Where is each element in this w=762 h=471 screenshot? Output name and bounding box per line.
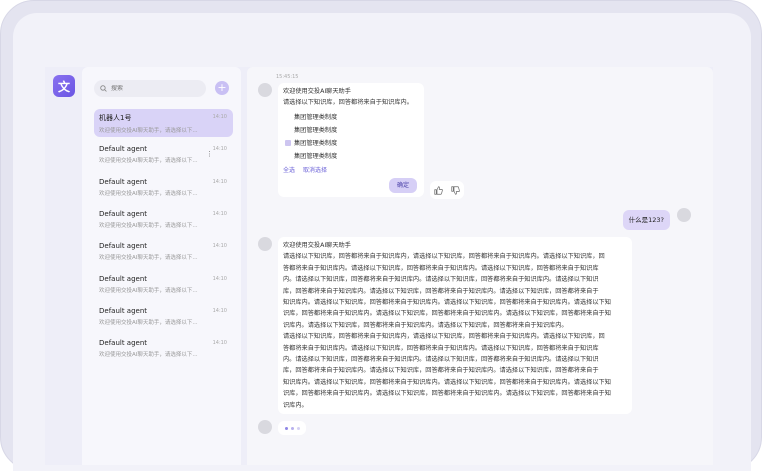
answer-line: 请选择以下知识库，回答都将来自于知识库内，请选择以下知识库，回答都将来自于知识库… <box>283 333 605 341</box>
chat-panel: 15:45:15 欢迎使用交投AI聊天助手 请选择以下知识库，回答都将来自于知识… <box>247 67 713 465</box>
answer-line: 库，回答都将来自于知识库内。请选择以下知识库，回答都将来自于知识库内。请选择以下… <box>283 287 599 295</box>
knowledge-base-option[interactable]: 集团管理类制度 <box>283 124 419 137</box>
conversation-preview: 欢迎使用交投AI聊天助手，请选择以下... <box>99 352 198 359</box>
user-avatar <box>677 208 691 222</box>
answer-body: 请选择以下知识库，回答都将来自于知识库内，请选择以下知识库，回答都将来自于知识库… <box>283 251 627 411</box>
app-logo[interactable]: 文 <box>53 75 75 97</box>
conversation-preview: 欢迎使用交投AI聊天助手，请选择以下... <box>99 319 198 326</box>
confirm-button[interactable]: 确定 <box>389 178 417 193</box>
assistant-avatar <box>258 237 272 251</box>
conversation-preview: 欢迎使用交投AI聊天助手，请选择以下... <box>99 287 198 294</box>
answer-title: 欢迎使用交投AI聊天助手 <box>283 242 351 249</box>
assistant-avatar <box>258 420 272 434</box>
conversation-time: 14:10 <box>212 340 227 347</box>
typing-dot <box>284 426 288 430</box>
conversation-item[interactable]: Default agent 欢迎使用交投AI聊天助手，请选择以下... 14:10 <box>94 238 233 266</box>
conversation-time: 14:10 <box>212 275 227 282</box>
option-label: 集团管理类制度 <box>294 152 338 160</box>
conversation-name: 机器人1号 <box>99 114 132 122</box>
answer-line: 知识库内。请选择以下知识库，回答都将来自于知识库内。请选择以下知识库，回答都将来… <box>283 299 611 307</box>
conversation-name: Default agent <box>99 339 148 348</box>
conversation-preview: 欢迎使用交投AI聊天助手，请选择以下... <box>99 190 198 197</box>
answer-line: 答都将来自于知识库内。请选择以下知识库，回答都将来自于知识库内。请选择以下知识库… <box>283 264 599 272</box>
answer-line: 识库内。 <box>283 401 308 409</box>
conversation-time: 14:10 <box>212 307 227 314</box>
cancel-select-link[interactable]: 取消选择 <box>303 167 327 174</box>
knowledge-base-option[interactable]: 集团管理类制度 <box>283 137 419 150</box>
feedback-bar <box>430 181 464 199</box>
answer-line: 识库，回答都将来自于知识库内。请选择以下知识库，回答都将来自于知识库内。请选择以… <box>283 390 611 398</box>
search-box[interactable] <box>94 80 206 97</box>
thumbs-up-icon[interactable] <box>434 185 443 195</box>
conversation-time: 14:10 <box>212 243 227 250</box>
conversation-name: Default agent <box>99 242 148 251</box>
answer-line: 识库内。请选择以下知识库，回答都将来自于知识库内。请选择以下知识库，回答都将来自… <box>283 321 568 329</box>
message-timestamp: 15:45:15 <box>276 74 299 80</box>
conversation-item[interactable]: Default agent 欢迎使用交投AI聊天助手，请选择以下... 14:10 <box>94 174 233 202</box>
conversation-preview: 欢迎使用交投AI聊天助手，请选择以下... <box>99 222 198 229</box>
answer-line: 答都将来自于知识库内。请选择以下知识库，回答都将来自于知识库内。请选择以下知识库… <box>283 344 599 352</box>
select-all-link[interactable]: 全选 <box>283 167 295 174</box>
thumbs-down-icon[interactable] <box>451 185 460 195</box>
checkbox[interactable] <box>285 114 291 120</box>
assistant-avatar <box>258 83 272 97</box>
search-input[interactable] <box>111 85 201 92</box>
knowledge-base-option[interactable]: 集团管理类制度 <box>283 150 419 163</box>
conversation-sidebar: + 机器人1号欢迎使用交投AI聊天助手，请选择以下...14:10Default… <box>82 67 241 465</box>
conversation-name: Default agent <box>99 209 148 218</box>
typing-indicator <box>278 421 306 435</box>
conversation-name: Default agent <box>99 274 148 283</box>
app-window: 文 + 机器人1号欢迎使用交投AI聊天助手，请选择以下...14:10Defau… <box>45 67 713 465</box>
conversation-time: 14:10 <box>212 146 227 153</box>
option-label: 集团管理类制度 <box>294 139 338 147</box>
typing-dot <box>290 426 294 430</box>
checkbox[interactable] <box>285 127 291 133</box>
search-icon <box>100 85 107 92</box>
user-message: 什么是123? <box>622 210 670 230</box>
answer-line: 内。请选择以下知识库，回答都将来自于知识库内。请选择以下知识库，回答都将来自于知… <box>283 276 599 284</box>
add-conversation-button[interactable]: + <box>215 81 229 95</box>
conversation-time: 14:10 <box>212 114 227 120</box>
conversation-preview: 欢迎使用交投AI聊天助手，请选择以下... <box>99 128 198 134</box>
conversation-item[interactable]: Default agent 欢迎使用交投AI聊天助手，请选择以下... 14:10 <box>94 271 233 299</box>
conversation-preview: 欢迎使用交投AI聊天助手，请选择以下... <box>99 255 198 262</box>
nav-rail: 文 <box>45 67 82 465</box>
answer-bubble: 欢迎使用交投AI聊天助手 请选择以下知识库，回答都将来自于知识库内，请选择以下知… <box>278 237 632 415</box>
more-options-icon[interactable]: ⋮ <box>206 150 213 158</box>
knowledge-base-option[interactable]: 集团管理类制度 <box>283 111 419 124</box>
welcome-subtitle: 请选择以下知识库，回答都将来自于知识库内。 <box>283 99 413 107</box>
conversation-time: 14:10 <box>212 210 227 217</box>
answer-line: 内。请选择以下知识库，回答都将来自于知识库内。请选择以下知识库，回答都将来自于知… <box>283 356 599 364</box>
conversation-item[interactable]: Default agent 欢迎使用交投AI聊天助手，请选择以下... 14:10 <box>94 303 233 331</box>
option-label: 集团管理类制度 <box>294 126 338 134</box>
conversation-item[interactable]: Default agent 欢迎使用交投AI聊天助手，请选择以下... 14:10 <box>94 206 233 234</box>
knowledge-base-options: 集团管理类制度 集团管理类制度 集团管理类制度 集团管理类制度 <box>283 111 419 163</box>
conversation-item[interactable]: Default agent 欢迎使用交投AI聊天助手，请选择以下... 14:10 <box>94 335 233 363</box>
option-label: 集团管理类制度 <box>294 113 338 121</box>
conversation-name: Default agent <box>99 306 148 315</box>
answer-line: 库，回答都将来自于知识库内。请选择以下知识库，回答都将来自于知识库内。请选择以下… <box>283 367 599 375</box>
answer-line: 知识库内。请选择以下知识库，回答都将来自于知识库内。请选择以下知识库，回答都将来… <box>283 378 611 386</box>
conversation-item[interactable]: Default agent 欢迎使用交投AI聊天助手，请选择以下... 14:10 ⋮ <box>94 141 233 169</box>
answer-line: 请选择以下知识库，回答都将来自于知识库内，请选择以下知识库，回答都将来自于知识库… <box>283 253 605 261</box>
checkbox[interactable] <box>285 140 291 147</box>
checkbox[interactable] <box>285 153 291 159</box>
welcome-bubble: 欢迎使用交投AI聊天助手 请选择以下知识库，回答都将来自于知识库内。 集团管理类… <box>278 83 424 197</box>
conversation-time: 14:10 <box>212 178 227 185</box>
welcome-title: 欢迎使用交投AI聊天助手 <box>283 88 351 95</box>
conversation-name: Default agent <box>99 177 148 186</box>
answer-line: 识库，回答都将来自于知识库内。请选择以下知识库，回答都将来自于知识库内。请选择以… <box>283 310 611 318</box>
typing-dot <box>296 426 300 430</box>
conversation-item[interactable]: 机器人1号欢迎使用交投AI聊天助手，请选择以下... 14:10 <box>94 109 233 137</box>
